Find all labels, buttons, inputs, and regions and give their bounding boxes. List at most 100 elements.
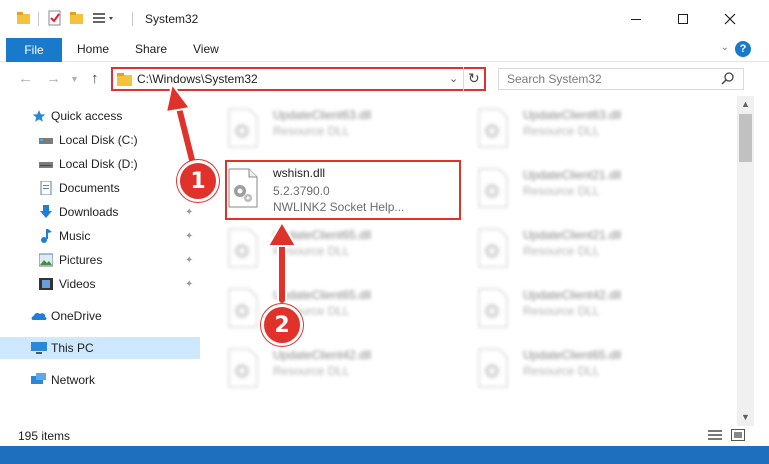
file-name: UpdateClient21.dll bbox=[523, 228, 622, 242]
nav-label: Local Disk (C:) bbox=[59, 133, 138, 147]
search-icon[interactable] bbox=[721, 71, 735, 85]
pin-icon: ✦ bbox=[185, 206, 194, 218]
dll-file-icon bbox=[227, 288, 259, 328]
search-placeholder: Search System32 bbox=[507, 72, 602, 86]
star-icon bbox=[32, 109, 46, 123]
minimize-button[interactable] bbox=[613, 0, 659, 38]
back-arrow-icon[interactable]: ← bbox=[18, 70, 33, 87]
music-icon bbox=[39, 229, 53, 243]
file-type: Resource DLL bbox=[273, 244, 350, 258]
nav-item-local-disk-c[interactable]: Local Disk (C:) ✦ bbox=[0, 129, 200, 151]
nav-item-network[interactable]: Network bbox=[0, 369, 200, 391]
file-name: UpdateClient21.dll bbox=[523, 168, 622, 182]
nav-item-pictures[interactable]: Pictures ✦ bbox=[0, 249, 200, 271]
dll-file-icon bbox=[227, 228, 259, 268]
maximize-button[interactable] bbox=[660, 0, 706, 38]
file-type: Resource DLL bbox=[523, 364, 600, 378]
tab-share[interactable]: Share bbox=[135, 42, 167, 56]
folder-icon bbox=[117, 72, 133, 86]
address-path[interactable]: C:\Windows\System32 bbox=[137, 72, 258, 86]
file-item[interactable]: UpdateClient65.dll Resource DLL bbox=[215, 220, 455, 274]
nav-label: Music bbox=[59, 229, 91, 243]
nav-label: Quick access bbox=[51, 109, 123, 123]
dll-file-icon bbox=[477, 168, 509, 208]
pin-icon: ✦ bbox=[185, 134, 194, 146]
scroll-up-icon[interactable]: ▲ bbox=[741, 99, 750, 109]
tab-file[interactable]: File bbox=[6, 38, 62, 62]
properties-icon[interactable] bbox=[47, 10, 63, 26]
dll-file-icon bbox=[477, 108, 509, 148]
title-bar: System32 bbox=[0, 0, 769, 38]
item-count: 195 items bbox=[18, 429, 71, 443]
videos-icon bbox=[39, 277, 53, 291]
drive-icon bbox=[39, 133, 53, 147]
file-item[interactable]: UpdateClient65.dll Resource DLL bbox=[215, 280, 455, 334]
file-type: Resource DLL bbox=[273, 124, 350, 138]
nav-item-documents[interactable]: Documents ✦ bbox=[0, 177, 200, 199]
network-icon bbox=[31, 373, 47, 387]
nav-item-this-pc[interactable]: This PC bbox=[0, 337, 200, 359]
separator bbox=[463, 67, 464, 91]
separator bbox=[38, 12, 39, 26]
file-item[interactable]: UpdateClient42.dll Resource DLL bbox=[215, 340, 455, 394]
tab-home[interactable]: Home bbox=[77, 42, 109, 56]
expand-ribbon-icon[interactable]: ⌄ bbox=[721, 42, 729, 53]
file-name: UpdateClient42.dll bbox=[273, 348, 372, 362]
nav-label: Downloads bbox=[59, 205, 119, 219]
file-item[interactable]: UpdateClient63.dll Resource DLL bbox=[465, 100, 705, 154]
nav-item-videos[interactable]: Videos ✦ bbox=[0, 273, 200, 295]
tab-view[interactable]: View bbox=[193, 42, 219, 56]
minimize-icon bbox=[631, 19, 641, 20]
downloads-icon bbox=[39, 205, 53, 219]
dll-file-icon bbox=[477, 288, 509, 328]
file-type: Resource DLL bbox=[523, 124, 600, 138]
address-bar[interactable]: C:\Windows\System32 ⌄ ↻ bbox=[111, 67, 486, 91]
address-row: ← → ▼ ↑ C:\Windows\System32 ⌄ ↻ Search S… bbox=[0, 62, 769, 96]
search-input[interactable]: Search System32 bbox=[498, 68, 744, 90]
maximize-icon bbox=[678, 14, 688, 24]
up-arrow-icon[interactable]: ↑ bbox=[91, 70, 99, 87]
scroll-thumb[interactable] bbox=[739, 114, 752, 162]
recent-locations-icon[interactable]: ▼ bbox=[70, 74, 79, 84]
nav-item-quick-access[interactable]: Quick access bbox=[0, 105, 200, 127]
desktop-background bbox=[0, 446, 769, 464]
file-item[interactable]: UpdateClient65.dll Resource DLL bbox=[465, 340, 705, 394]
file-item[interactable]: UpdateClient42.dll Resource DLL bbox=[465, 280, 705, 334]
file-list: UpdateClient63.dll Resource DLL UpdateCl… bbox=[215, 100, 735, 422]
file-item[interactable]: UpdateClient21.dll Resource DLL bbox=[465, 160, 705, 214]
address-dropdown-icon[interactable]: ⌄ bbox=[449, 72, 458, 85]
large-icons-view-icon[interactable] bbox=[731, 429, 745, 441]
help-button[interactable]: ? bbox=[735, 41, 751, 57]
customize-toolbar-icon[interactable] bbox=[92, 10, 113, 26]
nav-item-downloads[interactable]: Downloads ✦ bbox=[0, 201, 200, 223]
highlight-box bbox=[225, 160, 461, 220]
nav-item-onedrive[interactable]: OneDrive bbox=[0, 305, 200, 327]
nav-item-local-disk-d[interactable]: Local Disk (D:) ✦ bbox=[0, 153, 200, 175]
refresh-icon[interactable]: ↻ bbox=[468, 70, 480, 87]
dll-file-icon bbox=[477, 348, 509, 388]
folder-icon bbox=[16, 10, 32, 26]
file-type: Resource DLL bbox=[523, 244, 600, 258]
nav-item-music[interactable]: Music ✦ bbox=[0, 225, 200, 247]
file-name: UpdateClient63.dll bbox=[273, 108, 372, 122]
step-1-callout: 1 bbox=[177, 160, 219, 202]
nav-label: OneDrive bbox=[51, 309, 102, 323]
close-icon bbox=[724, 13, 736, 25]
pin-icon: ✦ bbox=[185, 230, 194, 242]
nav-label: Videos bbox=[59, 277, 96, 291]
pin-icon: ✦ bbox=[185, 278, 194, 290]
scroll-down-icon[interactable]: ▼ bbox=[741, 412, 750, 422]
file-item[interactable]: UpdateClient21.dll Resource DLL bbox=[465, 220, 705, 274]
forward-arrow-icon[interactable]: → bbox=[46, 70, 61, 87]
onedrive-icon bbox=[31, 309, 47, 323]
file-item[interactable]: UpdateClient63.dll Resource DLL bbox=[215, 100, 455, 154]
nav-label: Pictures bbox=[59, 253, 103, 267]
file-type: Resource DLL bbox=[523, 304, 600, 318]
dll-file-icon bbox=[227, 348, 259, 388]
new-folder-icon[interactable] bbox=[69, 10, 85, 26]
close-button[interactable] bbox=[707, 0, 753, 38]
this-pc-icon bbox=[31, 341, 47, 355]
details-view-icon[interactable] bbox=[708, 429, 722, 441]
vertical-scrollbar[interactable]: ▲ ▼ bbox=[737, 96, 754, 426]
window-title: System32 bbox=[145, 12, 199, 26]
